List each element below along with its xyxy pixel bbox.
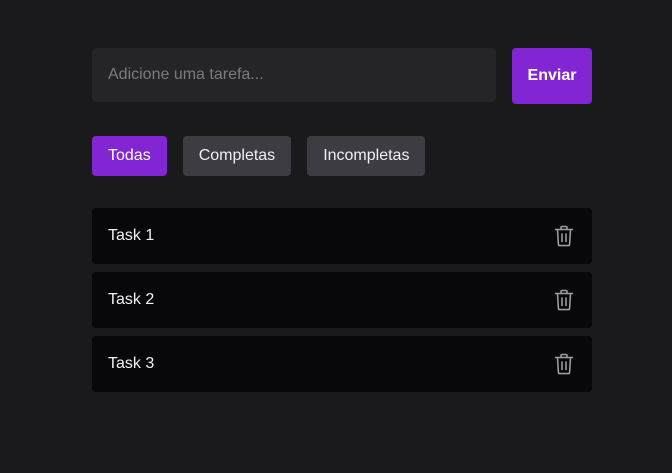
filter-bar: Todas Completas Incompletas — [92, 136, 426, 176]
trash-icon — [554, 289, 574, 311]
task-list: Task 1 Task 2 Task 3 — [92, 208, 592, 400]
filter-completed-button[interactable]: Completas — [182, 136, 292, 176]
delete-task-button[interactable] — [552, 288, 576, 312]
filter-incomplete-button[interactable]: Incompletas — [307, 136, 426, 176]
submit-button[interactable]: Enviar — [512, 48, 592, 104]
filter-all-button[interactable]: Todas — [92, 136, 167, 176]
task-input[interactable] — [92, 48, 496, 102]
delete-task-button[interactable] — [552, 352, 576, 376]
task-label: Task 1 — [108, 227, 155, 244]
trash-icon — [554, 353, 574, 375]
task-item[interactable]: Task 1 — [92, 208, 592, 264]
add-task-form: Enviar — [92, 48, 592, 104]
task-item[interactable]: Task 2 — [92, 272, 592, 328]
trash-icon — [554, 225, 574, 247]
task-item[interactable]: Task 3 — [92, 336, 592, 392]
delete-task-button[interactable] — [552, 224, 576, 248]
task-label: Task 3 — [108, 355, 155, 372]
todo-app: Enviar Todas Completas Incompletas Task … — [0, 0, 672, 473]
task-label: Task 2 — [108, 291, 155, 308]
